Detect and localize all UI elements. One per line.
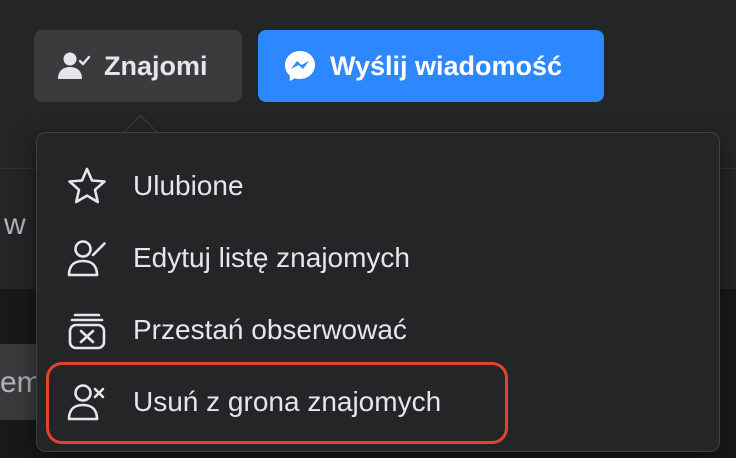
unfollow-icon <box>65 308 109 352</box>
menu-item-unfollow[interactable]: Przestań obserwować <box>51 295 703 365</box>
friends-dropdown-menu: Ulubione Edytuj listę znajomych Przestań… <box>36 132 720 452</box>
user-edit-icon <box>65 236 109 280</box>
user-check-icon <box>56 48 92 84</box>
friends-button[interactable]: Znajomi <box>34 30 242 102</box>
send-message-button[interactable]: Wyślij wiadomość <box>258 30 604 102</box>
user-remove-icon <box>65 380 109 424</box>
messenger-icon <box>282 48 318 84</box>
star-icon <box>65 164 109 208</box>
send-message-button-label: Wyślij wiadomość <box>330 50 563 81</box>
menu-item-label: Ulubione <box>133 170 244 201</box>
background-partial-text: w <box>4 208 26 241</box>
menu-item-unfriend[interactable]: Usuń z grona znajomych <box>51 367 703 437</box>
menu-item-label: Przestań obserwować <box>133 314 407 345</box>
menu-item-favorites[interactable]: Ulubione <box>51 151 703 221</box>
friends-button-label: Znajomi <box>104 50 208 81</box>
menu-item-label: Usuń z grona znajomych <box>133 386 442 417</box>
menu-item-edit-friend-list[interactable]: Edytuj listę znajomych <box>51 223 703 293</box>
menu-item-label: Edytuj listę znajomych <box>133 242 411 273</box>
